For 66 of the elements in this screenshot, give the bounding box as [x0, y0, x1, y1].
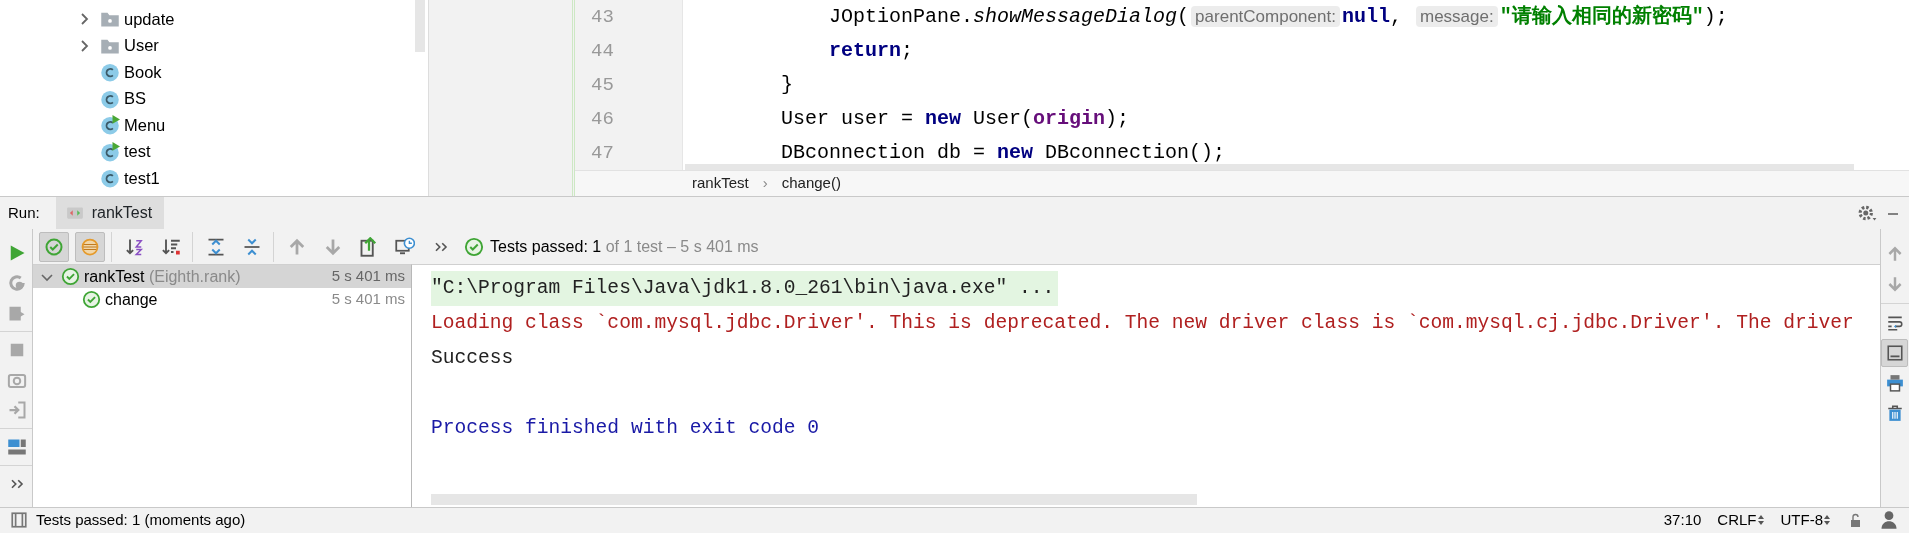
tree-item[interactable]: Menu: [124, 112, 166, 138]
code-line: User user = new User(origin);: [780, 108, 1130, 130]
check-circle-button[interactable]: [39, 231, 69, 262]
console-line: Success: [431, 347, 514, 369]
line-number: 46: [590, 107, 615, 132]
console-line: Loading class `com.mysql.jdbc.Driver'. This is deprecated. The new driver class is `com.mysql.cj.jdbc.Driver'. The driver: [431, 312, 1854, 334]
updown-icon: [1756, 513, 1765, 527]
panel-toggle-icon[interactable]: [10, 511, 28, 529]
person-icon[interactable]: [1879, 510, 1899, 530]
line-number: 47: [590, 141, 615, 166]
tree-item[interactable]: test: [124, 139, 151, 165]
line-number: 44: [590, 39, 615, 64]
updown-icon: [1823, 513, 1831, 527]
settings-icon[interactable]: [1857, 203, 1877, 223]
breadcrumb-separator: ›: [762, 173, 768, 194]
tree-item[interactable]: test1: [124, 165, 160, 191]
scroll-to-end-button[interactable]: [1881, 339, 1908, 367]
tree-item[interactable]: User: [124, 33, 159, 59]
test-summary: Tests passed: 1 of 1 test – 5 s 401 ms: [490, 236, 759, 257]
line-number: 45: [590, 73, 615, 98]
layout-icon[interactable]: [6, 437, 27, 457]
tab[interactable]: rankTest: [55, 197, 165, 229]
class-icon: [100, 62, 120, 83]
line-number: 43: [590, 5, 615, 30]
test-row[interactable]: rankTest (Eighth.rank) 5 s 401 ms: [33, 265, 411, 288]
up-arrow-icon: [287, 236, 307, 257]
ignored-filter-icon: [80, 236, 100, 257]
line-separator-selector[interactable]: CRLF: [1717, 508, 1765, 532]
test-duration: 5 s 401 ms: [331, 289, 405, 310]
cursor-position[interactable]: 37:10: [1663, 508, 1702, 532]
test-name: rankTest (Eighth.rank): [84, 266, 241, 287]
test-run-icon: [65, 204, 84, 222]
code-line: DBconnection db = new DBconnection();: [780, 142, 1226, 164]
code-line: return;: [828, 40, 914, 62]
status-message: Tests passed: 1 (moments ago): [36, 509, 246, 530]
code-line: }: [780, 74, 794, 96]
scrollbar[interactable]: [685, 164, 1854, 170]
print-icon: [1885, 374, 1904, 392]
breadcrumb[interactable]: change(): [781, 172, 841, 195]
check-circle-icon: [44, 236, 64, 257]
runnable-class-icon: [100, 115, 120, 136]
wrap-icon: [1885, 314, 1904, 332]
test-name: change: [105, 289, 158, 310]
export-icon: [359, 236, 379, 257]
check-circle-icon: [464, 236, 484, 257]
test-duration: 5 s 401 ms: [331, 266, 405, 287]
expand-all-icon: [206, 236, 226, 257]
console-line: Process finished with exit code 0: [431, 417, 820, 439]
trash-icon: [1885, 404, 1904, 422]
code-line: JOptionPane.showMessageDialog( parentComponent: null, message: "请输入相同的新密码");: [828, 6, 1728, 28]
tree-item[interactable]: Book: [124, 59, 162, 85]
ignored-filter-button[interactable]: [75, 231, 105, 262]
class-icon: [100, 168, 120, 189]
breadcrumb[interactable]: rankTest: [692, 172, 749, 195]
tree-item[interactable]: BS: [124, 86, 146, 112]
panel-label: Run:: [8, 202, 40, 223]
tree-item[interactable]: update: [124, 6, 175, 32]
scroll-to-end-icon: [1885, 344, 1904, 362]
collapse-all-icon: [242, 236, 262, 257]
history-icon: [395, 236, 415, 257]
runnable-class-icon: [100, 141, 120, 162]
scrollbar[interactable]: [415, 0, 425, 52]
class-icon: [100, 88, 120, 109]
test-row[interactable]: change 5 s 401 ms: [33, 288, 411, 311]
encoding-selector[interactable]: UTF-8: [1780, 508, 1831, 532]
scrollbar[interactable]: [431, 494, 1197, 505]
